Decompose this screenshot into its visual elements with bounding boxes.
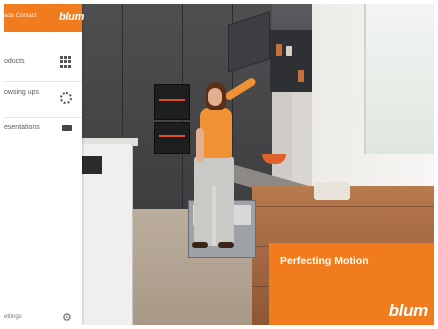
- contact-link[interactable]: ada Contact: [4, 13, 36, 19]
- lower-oven: [154, 122, 190, 154]
- sidebar-item-products[interactable]: oducts: [4, 46, 82, 80]
- grid-icon: [60, 56, 72, 68]
- blum-logo: blum: [388, 301, 429, 320]
- sidebar-item-browsing-groups[interactable]: owsing ups: [4, 82, 82, 116]
- person-head: [208, 88, 222, 106]
- blum-logo: blum: [59, 11, 85, 23]
- sidebar-menu: ada Contact blum oducts owsing ups esent…: [4, 4, 85, 325]
- tagline-banner: Perfecting Motion blum: [269, 243, 434, 325]
- sidebar-item-label: owsing ups: [4, 89, 40, 96]
- open-shelf: [270, 30, 314, 92]
- ring-icon: [60, 92, 72, 104]
- gear-icon[interactable]: ⚙: [62, 312, 72, 324]
- tagline-text: Perfecting Motion: [280, 255, 369, 267]
- settings-label: ettings: [4, 314, 22, 320]
- sidebar-header: ada Contact blum: [4, 4, 85, 32]
- sidebar-item-label: esentations: [4, 124, 40, 131]
- window: [364, 4, 434, 154]
- person-torso: [200, 108, 232, 158]
- sidebar-item-label: oducts: [4, 58, 25, 65]
- person-legs: [194, 156, 234, 246]
- app-frame: ada Contact blum oducts owsing ups esent…: [4, 4, 434, 325]
- island-sink: [82, 156, 102, 174]
- sidebar-item-presentations[interactable]: esentations: [4, 112, 82, 146]
- storage-jars: [314, 182, 350, 200]
- screen-icon: [62, 125, 72, 131]
- vase: [352, 92, 364, 132]
- upper-oven: [154, 84, 190, 120]
- sidebar-item-settings[interactable]: ettings ⚙: [4, 312, 82, 325]
